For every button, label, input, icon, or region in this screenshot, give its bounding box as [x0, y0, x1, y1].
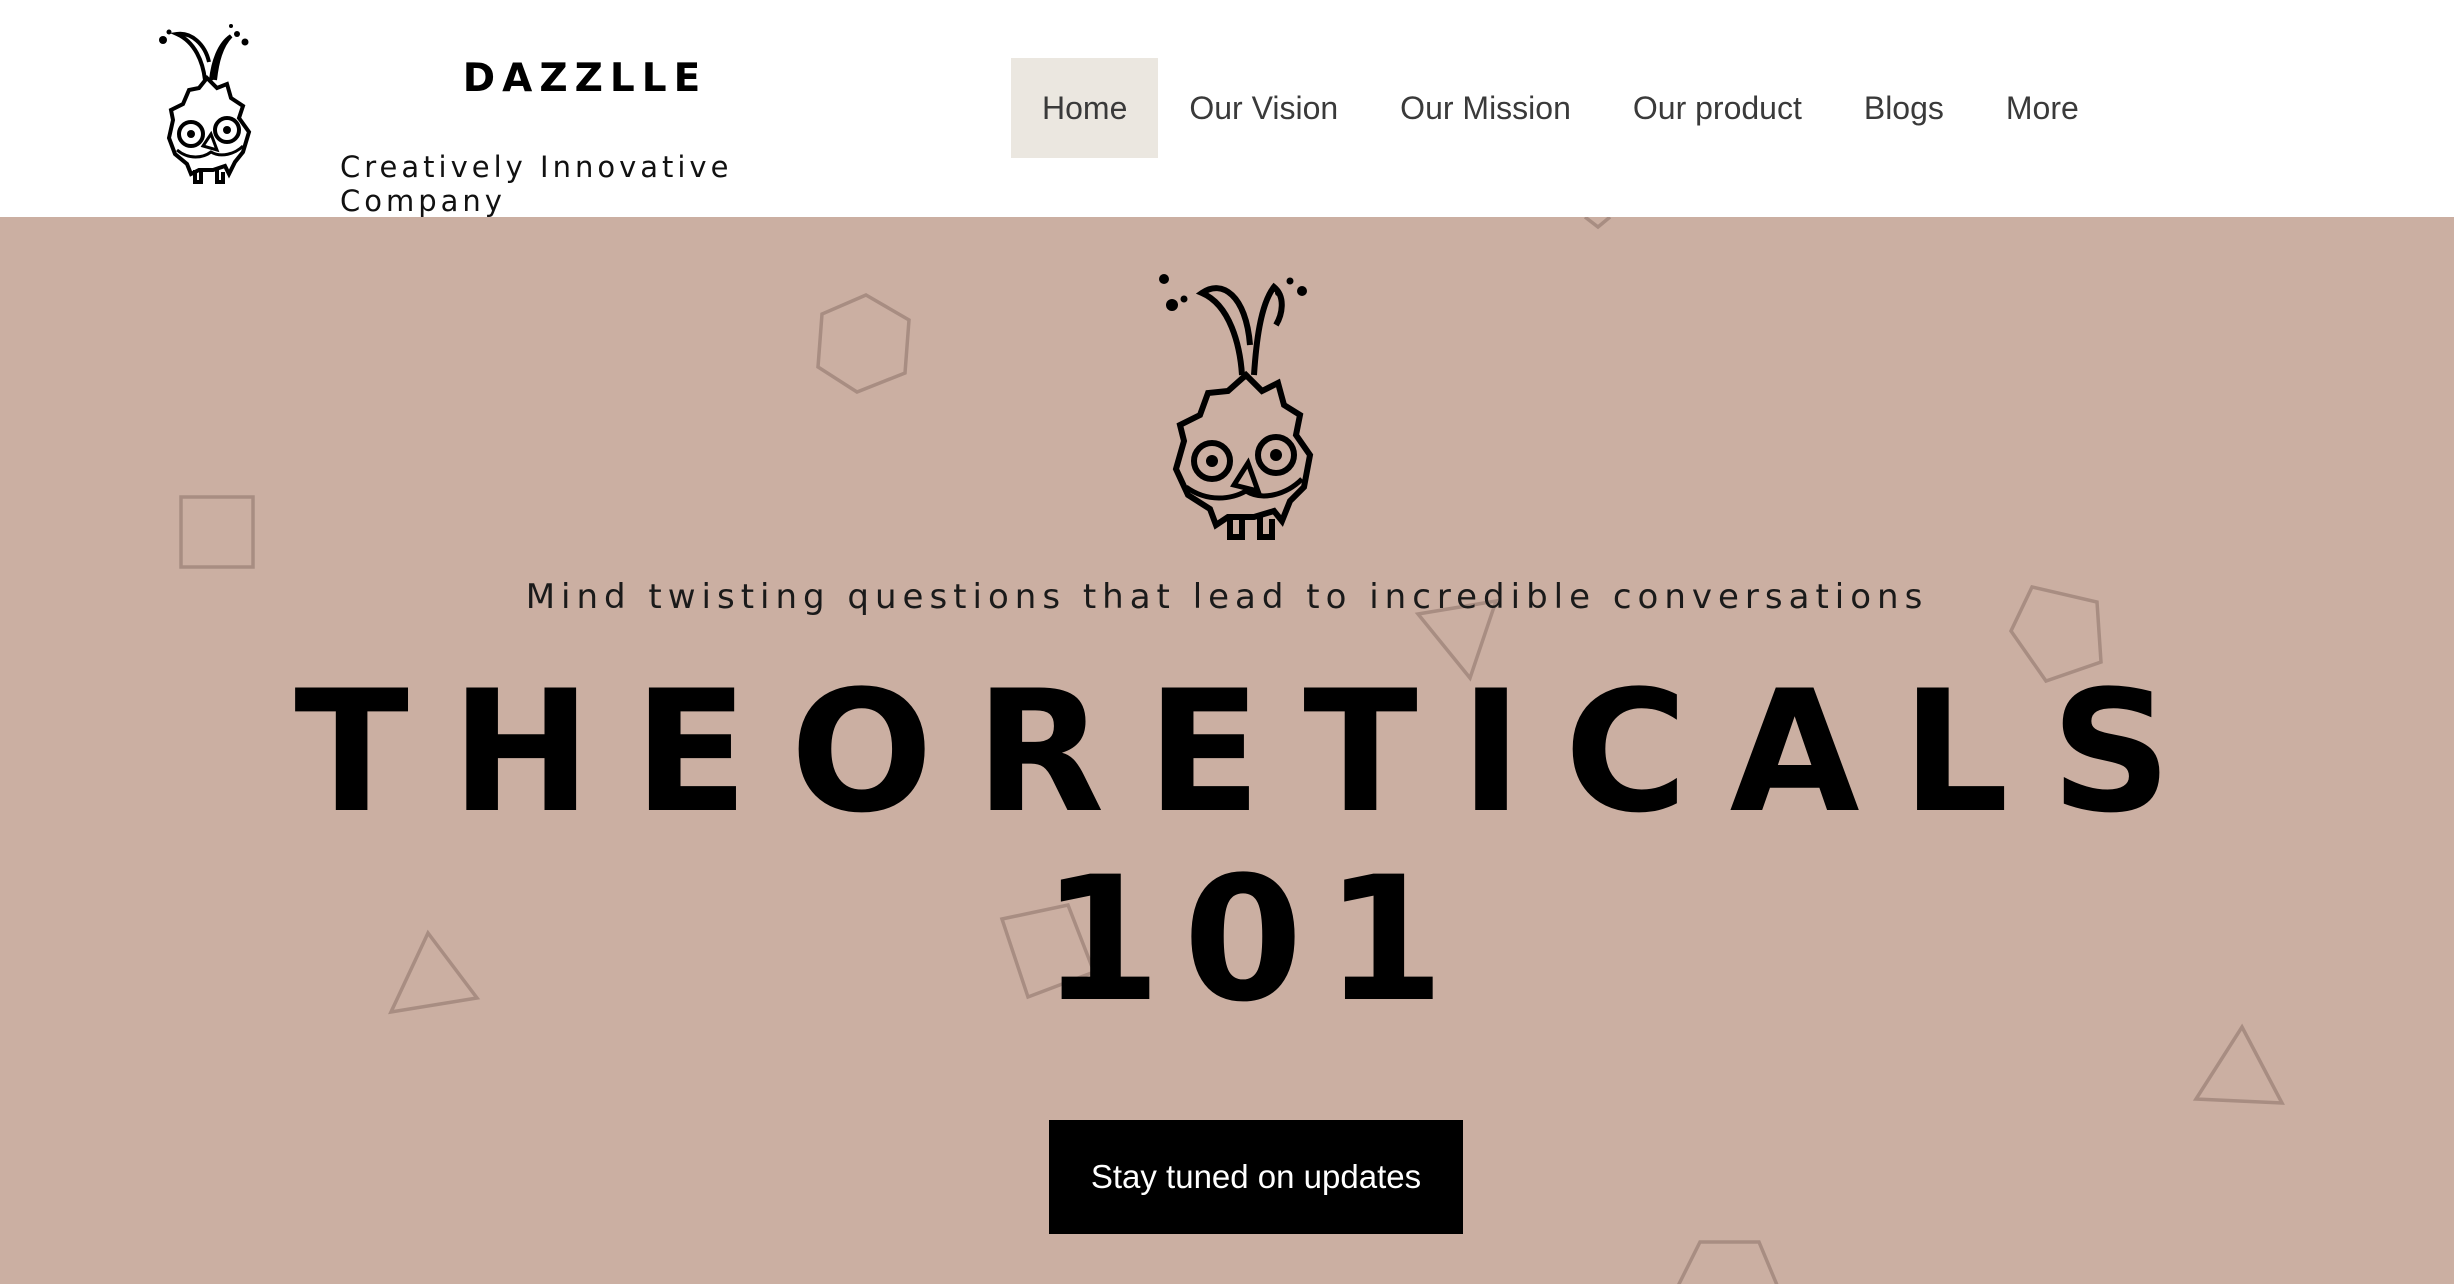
site-header: DAZZLLE Creatively Innovative Company Ho… [0, 0, 2454, 218]
brand-tagline: Creatively Innovative Company [340, 150, 733, 218]
triangle-shape [2192, 1023, 2285, 1105]
hero-number: 101 [1041, 839, 1467, 1040]
hexagon-shape [816, 293, 911, 394]
main-nav: Home Our Vision Our Mission Our product … [1011, 58, 2110, 158]
hero-subtitle: Mind twisting questions that lead to inc… [525, 577, 1929, 617]
hexagon-shape [1677, 1240, 1779, 1284]
nav-item-home[interactable]: Home [1011, 58, 1159, 158]
nav-item-our-product[interactable]: Our product [1602, 58, 1833, 158]
nav-item-our-vision[interactable]: Our Vision [1158, 58, 1369, 158]
nav-item-more[interactable]: More [1975, 58, 2110, 158]
owl-sprout-logo-icon[interactable] [155, 22, 265, 194]
square-shape [179, 495, 255, 569]
nav-item-our-mission[interactable]: Our Mission [1369, 58, 1602, 158]
hero-section: Mind twisting questions that lead to inc… [0, 217, 2454, 1284]
nav-item-blogs[interactable]: Blogs [1833, 58, 1975, 158]
partial-shape [1583, 217, 1612, 230]
stay-tuned-button[interactable]: Stay tuned on updates [1049, 1120, 1463, 1234]
owl-sprout-hero-icon [1159, 274, 1314, 540]
brand-name[interactable]: DAZZLLE [340, 56, 830, 101]
hero-title: THEORETICALS [294, 654, 2214, 850]
